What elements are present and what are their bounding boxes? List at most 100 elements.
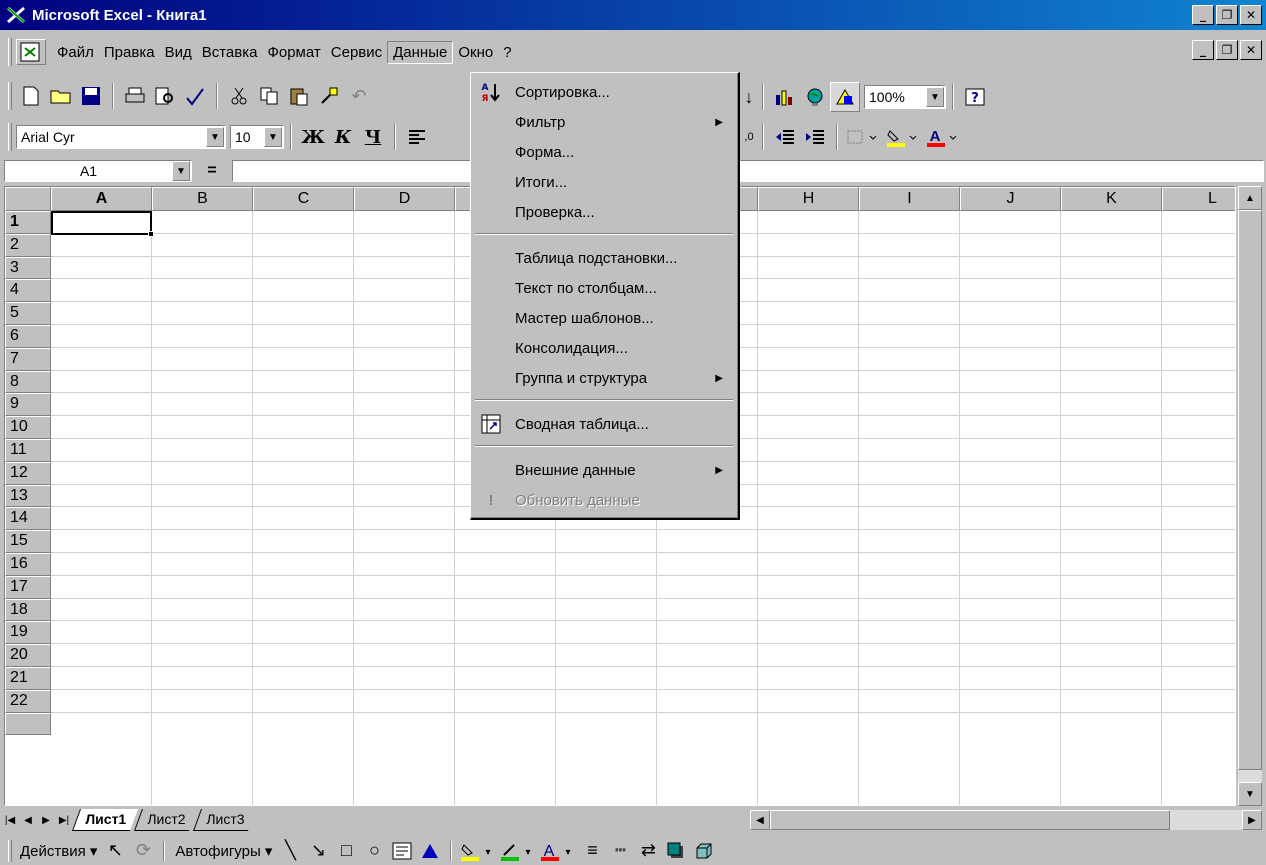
fill-color-bucket-icon[interactable]: ▾ <box>458 838 498 864</box>
menubar-grip[interactable] <box>8 38 12 66</box>
formula-input[interactable] <box>232 160 1264 182</box>
row-header-19[interactable]: 19 <box>5 621 51 645</box>
name-box[interactable]: A1 ▼ <box>4 160 192 182</box>
new-document-icon[interactable] <box>16 81 46 111</box>
align-left-icon[interactable] <box>402 122 432 152</box>
menu-item-pivot-table[interactable]: Сводная таблица... <box>473 409 735 439</box>
underline-button[interactable]: Ч <box>358 122 388 152</box>
horizontal-scroll-thumb[interactable] <box>770 810 1170 830</box>
doc-restore-button[interactable]: ❐ <box>1216 40 1238 60</box>
row-header-14[interactable]: 14 <box>5 507 51 531</box>
row-header-7[interactable]: 7 <box>5 347 51 371</box>
sheet-tab-1[interactable]: Лист1 <box>71 809 138 831</box>
free-rotate-icon[interactable]: ⟳ <box>129 838 157 864</box>
menu-data[interactable]: Данные <box>387 40 454 64</box>
menu-insert[interactable]: Вставка <box>197 42 263 63</box>
row-header-16[interactable]: 16 <box>5 553 51 576</box>
row-header-8[interactable]: 8 <box>5 370 51 394</box>
line-tool-icon[interactable]: ╲ <box>276 838 304 864</box>
sheet-tab-3[interactable]: Лист3 <box>193 809 257 831</box>
vertical-scrollbar[interactable]: ▲ ▼ <box>1238 186 1262 806</box>
font-size-combo[interactable]: 10 ▼ <box>230 125 284 149</box>
undo-icon[interactable]: ↶ <box>344 81 374 111</box>
column-header-j[interactable]: J <box>960 187 1061 211</box>
drawing-toggle-icon[interactable] <box>830 82 860 112</box>
row-header-3[interactable]: 3 <box>5 256 51 280</box>
italic-button[interactable]: К <box>328 122 358 152</box>
row-header-22[interactable]: 22 <box>5 689 51 713</box>
sort-descending-icon[interactable]: ↓ <box>742 82 756 112</box>
font-color-icon[interactable]: A <box>924 122 964 152</box>
row-header-6[interactable]: 6 <box>5 325 51 348</box>
scroll-up-arrow-icon[interactable]: ▲ <box>1238 186 1262 210</box>
menu-item-refresh-data[interactable]: ! Обновить данные <box>473 485 735 515</box>
document-icon[interactable] <box>16 39 46 65</box>
line-style-icon[interactable]: ≡ <box>578 838 606 864</box>
menu-format[interactable]: Формат <box>262 42 325 63</box>
cut-scissors-icon[interactable] <box>224 81 254 111</box>
row-header-4[interactable]: 4 <box>5 279 51 303</box>
doc-minimize-button[interactable]: _ <box>1192 40 1214 60</box>
menu-item-text-to-columns[interactable]: Текст по столбцам... <box>473 273 735 303</box>
zoom-dropdown-arrow-icon[interactable]: ▼ <box>926 87 944 107</box>
column-header-d[interactable]: D <box>354 187 455 211</box>
autoshapes-menu-button[interactable]: Автофигуры ▾ <box>171 842 276 860</box>
zoom-combo[interactable]: 100% ▼ <box>864 85 946 109</box>
save-disk-icon[interactable] <box>76 81 106 111</box>
menu-tools[interactable]: Сервис <box>326 42 387 63</box>
decrease-decimal-icon[interactable]: ,0 <box>742 122 756 152</box>
row-header-21[interactable]: 21 <box>5 667 51 690</box>
row-header-5[interactable]: 5 <box>5 302 51 325</box>
scroll-right-arrow-icon[interactable]: ▶ <box>1242 810 1262 830</box>
maximize-button[interactable]: ❐ <box>1216 5 1238 25</box>
increase-indent-icon[interactable] <box>800 122 830 152</box>
active-cell-a1[interactable] <box>51 211 154 237</box>
font-color-a-icon[interactable]: A ▾ <box>538 838 578 864</box>
shadow-icon[interactable] <box>662 838 690 864</box>
toolbar-grip[interactable] <box>8 82 12 110</box>
toolbar-grip[interactable] <box>8 839 12 862</box>
menu-item-form[interactable]: Форма... <box>473 137 735 167</box>
arrow-tool-icon[interactable]: ↘ <box>304 838 332 864</box>
select-objects-pointer-icon[interactable]: ↖ <box>101 838 129 864</box>
font-name-dropdown-arrow-icon[interactable]: ▼ <box>206 127 224 147</box>
menu-window[interactable]: Окно <box>453 42 498 63</box>
select-all-corner[interactable] <box>5 187 51 211</box>
wordart-tool-icon[interactable] <box>416 838 444 864</box>
open-folder-icon[interactable] <box>46 81 76 111</box>
menu-item-group-outline[interactable]: Группа и структура ▶ <box>473 363 735 393</box>
row-header-partial[interactable] <box>5 712 51 736</box>
print-preview-icon[interactable] <box>150 81 180 111</box>
menu-item-template-wizard[interactable]: Мастер шаблонов... <box>473 303 735 333</box>
fill-color-icon[interactable] <box>884 122 924 152</box>
row-header-20[interactable]: 20 <box>5 644 51 667</box>
3d-icon[interactable] <box>690 838 718 864</box>
row-header-18[interactable]: 18 <box>5 598 51 622</box>
horizontal-scrollbar[interactable]: ◀ ▶ <box>750 810 1262 830</box>
row-header-2[interactable]: 2 <box>5 233 51 257</box>
close-button[interactable]: ✕ <box>1240 5 1262 25</box>
vertical-scroll-thumb[interactable] <box>1238 210 1262 770</box>
format-painter-icon[interactable] <box>314 81 344 111</box>
first-sheet-arrow-icon[interactable]: |◀ <box>2 810 18 830</box>
menu-item-validation[interactable]: Проверка... <box>473 197 735 227</box>
print-icon[interactable] <box>120 81 150 111</box>
fill-handle[interactable] <box>148 231 154 237</box>
row-header-17[interactable]: 17 <box>5 575 51 599</box>
rectangle-tool-icon[interactable]: □ <box>332 838 360 864</box>
oval-tool-icon[interactable]: ○ <box>360 838 388 864</box>
formula-equals-button[interactable]: = <box>192 162 232 180</box>
toolbar-grip[interactable] <box>8 123 12 151</box>
menu-item-subtotals[interactable]: Итоги... <box>473 167 735 197</box>
scroll-left-arrow-icon[interactable]: ◀ <box>750 810 770 830</box>
arrow-style-icon[interactable]: ⇄ <box>634 838 662 864</box>
menu-item-data-table[interactable]: Таблица подстановки... <box>473 243 735 273</box>
menu-item-external-data[interactable]: Внешние данные ▶ <box>473 455 735 485</box>
font-name-combo[interactable]: Arial Cyr ▼ <box>16 125 226 149</box>
menu-item-sort[interactable]: AЯ Сортировка... <box>473 77 735 107</box>
office-assistant-help-icon[interactable]: ? <box>960 82 990 112</box>
menu-edit[interactable]: Правка <box>99 42 160 63</box>
scroll-down-arrow-icon[interactable]: ▼ <box>1238 782 1262 806</box>
spelling-icon[interactable] <box>180 81 210 111</box>
column-header-l[interactable]: L <box>1162 187 1235 211</box>
